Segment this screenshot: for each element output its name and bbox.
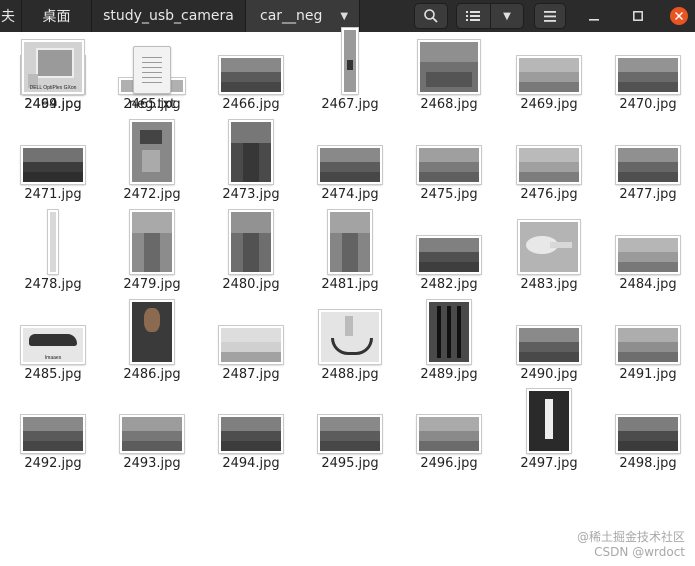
thumbnail-frame (202, 196, 300, 275)
thumbnail-image (516, 325, 582, 365)
thumbnail-frame (599, 286, 695, 365)
thumbnail-image: DELL OptiPlex GXon (21, 39, 85, 95)
thumbnail-image (317, 145, 383, 185)
thumbnail-frame (103, 375, 201, 454)
file-name-label: 2495.jpg (321, 456, 379, 471)
file-name-label: 2498.jpg (619, 456, 677, 471)
thumbnail-frame (400, 16, 498, 95)
thumbnail-frame (500, 196, 598, 275)
thumbnail-frame (301, 106, 399, 185)
thumbnail-frame (500, 16, 598, 95)
thumbnail-frame (500, 286, 598, 365)
thumbnail-image (615, 55, 681, 95)
thumbnail-image: Imaaes (20, 325, 86, 365)
thumbnail-image (317, 414, 383, 454)
thumbnail-image (228, 209, 274, 275)
thumbnail-caption: Imaaes (44, 355, 62, 361)
thumbnail-frame (301, 375, 399, 454)
thumbnail-frame (202, 286, 300, 365)
text-file-item[interactable]: neg.txt (103, 32, 201, 122)
file-name-label: 2494.jpg (222, 456, 280, 471)
thumbnail-image (218, 325, 284, 365)
thumbnail-image (218, 414, 284, 454)
thumbnail-image (615, 325, 681, 365)
thumbnail-frame (202, 106, 300, 185)
file-name-label: 2496.jpg (420, 456, 478, 471)
watermark-line: CSDN @wrdoct (594, 545, 685, 559)
thumbnail-image (615, 145, 681, 185)
thumbnail-frame (202, 16, 300, 95)
thumbnail-frame (400, 196, 498, 275)
thumbnail-frame (4, 196, 102, 275)
thumbnail-frame (103, 16, 201, 94)
watermark-line: @稀土掘金技术社区 (576, 530, 685, 544)
thumbnail-image (47, 209, 59, 275)
thumbnail-image (516, 145, 582, 185)
thumbnail-image (129, 119, 175, 185)
thumbnail-image (318, 309, 382, 365)
file-name-label: 2497.jpg (520, 456, 578, 471)
file-name-label: 2499.jpg (24, 97, 82, 112)
thumbnail-image (218, 55, 284, 95)
thumbnail-frame (500, 375, 598, 454)
image-file-item[interactable]: 2494.jpg (202, 391, 300, 481)
thumbnail-frame (599, 16, 695, 95)
thumbnail-frame (4, 375, 102, 454)
thumbnail-frame (599, 196, 695, 275)
thumbnail-image (516, 55, 582, 95)
thumbnail-image (426, 299, 472, 365)
text-document-icon (133, 46, 171, 94)
thumbnail-image (416, 235, 482, 275)
thumbnail-image (615, 414, 681, 454)
thumbnail-frame (500, 106, 598, 185)
image-file-item[interactable]: 2496.jpg (400, 391, 498, 481)
image-file-item[interactable]: 2497.jpg (500, 388, 598, 481)
thumbnail-image (417, 39, 481, 95)
thumbnail-image (615, 235, 681, 275)
image-file-item[interactable]: 2493.jpg (103, 391, 201, 481)
thumbnail-frame (400, 286, 498, 365)
watermark: @稀土掘金技术社区 CSDN @wrdoct (577, 530, 685, 560)
thumbnail-image (517, 219, 581, 275)
image-file-item[interactable]: 2495.jpg (301, 391, 399, 481)
thumbnail-frame (301, 196, 399, 275)
thumbnail-image (129, 299, 175, 365)
thumbnail-image (526, 388, 572, 454)
file-name-label: 2493.jpg (123, 456, 181, 471)
thumbnail-image (228, 119, 274, 185)
thumbnail-frame (301, 16, 399, 95)
thumbnail-caption: DELL OptiPlex GXon (29, 85, 77, 91)
thumbnail-frame: DELL OptiPlex GXon (4, 16, 102, 95)
thumbnail-image (341, 27, 359, 95)
thumbnail-image (20, 145, 86, 185)
thumbnail-frame (400, 375, 498, 454)
file-name-label: 2492.jpg (24, 456, 82, 471)
image-file-item[interactable]: 2492.jpg (4, 391, 102, 481)
thumbnail-frame (202, 375, 300, 454)
thumbnail-image (20, 414, 86, 454)
thumbnail-image (119, 414, 185, 454)
thumbnail-frame (103, 196, 201, 275)
image-file-item[interactable]: 2498.jpg (599, 391, 695, 481)
thumbnail-frame (599, 106, 695, 185)
thumbnail-image (416, 145, 482, 185)
thumbnail-image (129, 209, 175, 275)
thumbnail-frame (103, 286, 201, 365)
thumbnail-frame: Imaaes (4, 286, 102, 365)
image-file-item[interactable]: DELL OptiPlex GXon 2499.jpg (4, 32, 102, 122)
thumbnail-image (416, 414, 482, 454)
file-grid: 2464.jpg 2465.jpg 2466.jpg 2467.jpg 2468.jpg… (0, 27, 695, 566)
thumbnail-frame (599, 375, 695, 454)
thumbnail-frame (301, 286, 399, 365)
thumbnail-frame (400, 106, 498, 185)
thumbnail-image (327, 209, 373, 275)
file-name-label: neg.txt (128, 97, 176, 112)
